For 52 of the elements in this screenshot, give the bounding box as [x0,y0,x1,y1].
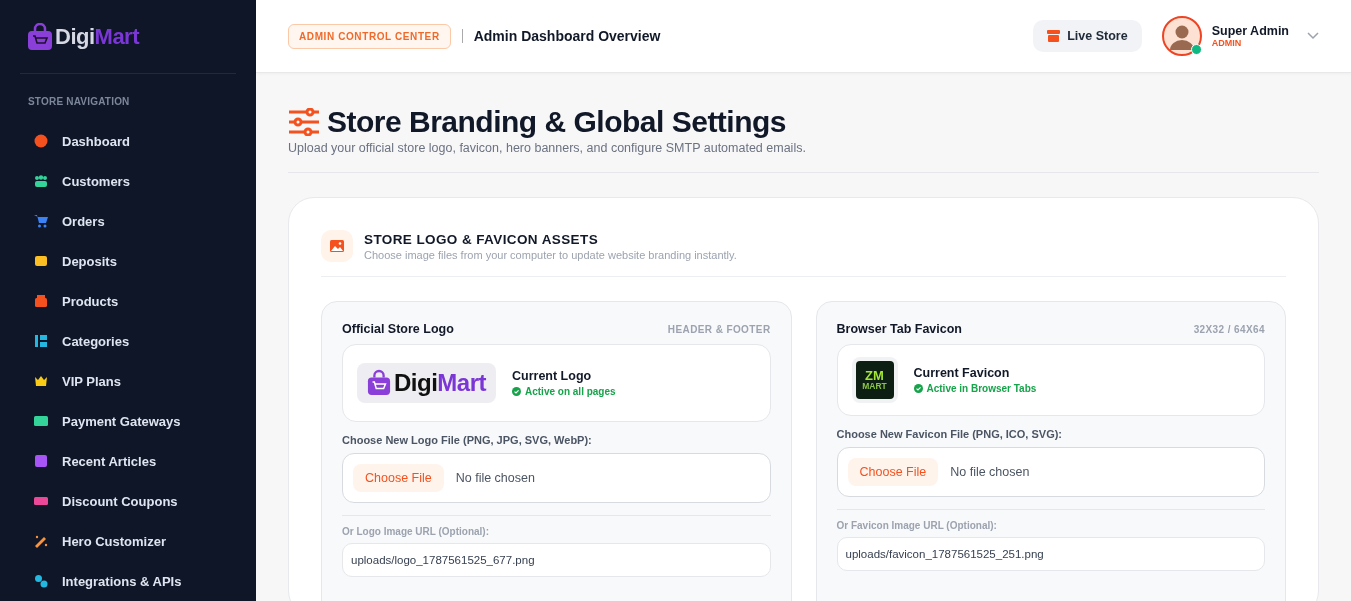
user-name: Super Admin [1211,24,1289,38]
nav-item[interactable]: Payment Gateways [0,401,256,441]
status-text: Active in Browser Tabs [926,383,1037,394]
nav-item[interactable]: Integrations & APIs [0,561,256,601]
current-asset-label: Current Favicon [913,366,1011,380]
nav-item[interactable]: Deposits [0,241,256,281]
logo-wordmark: DigiMart [55,24,139,50]
check-circle-icon [512,387,521,396]
check-circle-icon [913,384,923,393]
field-label: Choose New Logo File (PNG, JPG, SVG, WebP): [342,434,593,446]
field-label: Choose New Favicon File (PNG, ICO, SVG): [836,428,1064,440]
nav-item[interactable]: Hero Customizer [0,521,256,561]
url-input-field[interactable]: uploads/favicon_1787561525_251.png [836,537,1265,571]
user-role: ADMIN [1211,38,1243,48]
field-label: Or Logo Image URL (Optional): [342,526,491,537]
panel-tag: 32X32 / 64X64 [1193,323,1265,335]
panel-title: Official Store Logo [342,322,454,336]
nav-item[interactable]: VIP Plans [0,361,256,401]
nav-section-title: STORE NAVIGATION [27,96,131,107]
file-input[interactable]: Choose File No file chosen [836,447,1265,497]
avatar-silhouette[interactable] [1161,16,1202,56]
sliders-icon [288,108,320,136]
nav-item[interactable]: Products [0,281,256,321]
current-asset-label: Current Logo [512,369,593,383]
admin-center-badge: ADMIN CONTROL CENTER [288,23,451,49]
image-icon [321,230,353,262]
shopping-bag-icon [367,369,391,397]
logo-wordmark: DigiMart [394,369,486,397]
nav-item[interactable]: Recent Articles [0,441,256,481]
panel-tag: HEADER & FOOTER [667,323,771,335]
nav-item[interactable]: Categories [0,321,256,361]
nav-item[interactable]: Discount Coupons [0,481,256,521]
status-text: Active on all pages [525,386,616,397]
section-title: STORE LOGO & FAVICON ASSETS [364,231,600,247]
url-input-field[interactable]: uploads/logo_1787561525_677.png [342,543,771,577]
file-status: No file chosen [455,471,535,485]
panel-title: Browser Tab Favicon [836,322,962,336]
page-subtitle: Upload your official store logo, favicon, hero banners, and configure SMTP automated emails. [288,141,807,155]
file-input[interactable]: Choose File No file chosen [342,453,771,503]
nav-item[interactable]: Customers [0,161,256,201]
page-title: Store Branding & Global Settings [327,105,787,139]
chevron-down-icon[interactable] [1307,32,1319,40]
nav-item[interactable]: Dashboard [0,121,256,161]
field-label: Or Favicon Image URL (Optional): [836,520,998,531]
shopping-bag-icon [27,23,53,51]
favicon-thumbnail: ZM MART [855,361,894,399]
live-store-button[interactable]: Live Store [1033,20,1142,52]
file-status: No file chosen [950,465,1030,479]
nav-item[interactable]: Orders [0,201,256,241]
store-icon [1047,30,1061,42]
header-title: Admin Dashboard Overview [473,28,661,44]
section-subtitle: Choose image files from your computer to update website branding instantly. [364,248,737,261]
